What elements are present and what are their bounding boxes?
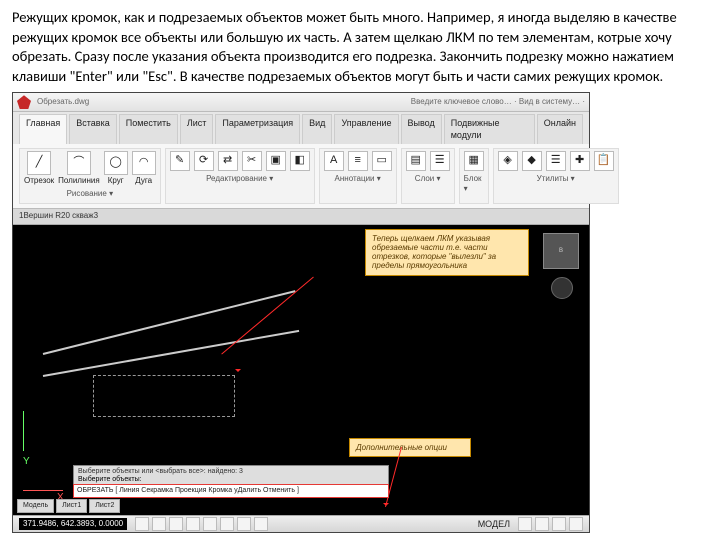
ortho-toggle-icon[interactable] bbox=[169, 517, 183, 531]
panel-draw-label: Рисование ▾ bbox=[67, 189, 114, 200]
btn-line[interactable]: ╱Отрезок bbox=[24, 151, 54, 187]
cmd-line: Выберите объекты: bbox=[78, 476, 384, 484]
layout-tabs: Модель Лист1 Лист2 bbox=[17, 499, 120, 512]
command-prompt[interactable]: ОБРЕЗАТЬ [ Линия Секрамка Проекция Кромк… bbox=[73, 484, 389, 497]
btn-line-label: Отрезок bbox=[24, 176, 54, 187]
btn-polyline-label: Полилиния bbox=[58, 176, 100, 187]
util-icon[interactable]: ✚ bbox=[570, 151, 590, 171]
osnap-toggle-icon[interactable] bbox=[203, 517, 217, 531]
panel-utils-label: Утилиты ▾ bbox=[537, 174, 575, 185]
btn-polyline[interactable]: ⌒Полилиния bbox=[58, 151, 100, 187]
btn-arc-label: Дуга bbox=[135, 176, 152, 187]
ribbon-tabs: Главная Вставка Поместить Лист Параметри… bbox=[13, 112, 589, 143]
tab-output[interactable]: Вывод bbox=[401, 114, 442, 143]
btn-arc[interactable]: ◠Дуга bbox=[132, 151, 156, 187]
modify-icon[interactable]: ✂ bbox=[242, 151, 262, 171]
titlebar: Обрезать.dwg Введите ключевое слово… · В… bbox=[13, 93, 589, 112]
modify-icon[interactable]: ⇄ bbox=[218, 151, 238, 171]
cursor-coordinates: 371.9486, 642.3893, 0.0000 bbox=[19, 518, 127, 531]
callout-top: Теперь щелкаем ЛКМ указывая обрезаемые ч… bbox=[365, 229, 529, 276]
tab-addins[interactable]: Подвижные модули bbox=[444, 114, 535, 143]
arc-icon: ◠ bbox=[132, 151, 156, 175]
otrack-toggle-icon[interactable] bbox=[220, 517, 234, 531]
layers-icon[interactable]: ▤ bbox=[406, 151, 426, 171]
status-icon[interactable] bbox=[569, 517, 583, 531]
util-icon[interactable]: ☰ bbox=[546, 151, 566, 171]
modify-icon[interactable]: ◧ bbox=[290, 151, 310, 171]
line-icon: ╱ bbox=[27, 151, 51, 175]
block-icon[interactable]: ▦ bbox=[464, 151, 484, 171]
app-logo-icon bbox=[17, 95, 31, 109]
modify-icon[interactable]: ✎ bbox=[170, 151, 190, 171]
tab-sheet[interactable]: Лист bbox=[180, 114, 214, 143]
status-toggles bbox=[135, 517, 268, 531]
dyn-toggle-icon[interactable] bbox=[237, 517, 251, 531]
tab-place[interactable]: Поместить bbox=[119, 114, 178, 143]
panel-modify: ✎ ⟳ ⇄ ✂ ▣ ◧ Редактирование ▾ bbox=[165, 148, 315, 205]
status-icon[interactable] bbox=[518, 517, 532, 531]
util-icon[interactable]: ◈ bbox=[498, 151, 518, 171]
status-icon[interactable] bbox=[552, 517, 566, 531]
selection-rectangle bbox=[93, 375, 235, 417]
status-right-toggles bbox=[518, 517, 583, 531]
lwt-toggle-icon[interactable] bbox=[254, 517, 268, 531]
viewcube[interactable]: В bbox=[543, 233, 579, 269]
panel-draw: ╱Отрезок ⌒Полилиния ◯Круг ◠Дуга Рисовани… bbox=[19, 148, 161, 205]
layout-tab-model[interactable]: Модель bbox=[17, 499, 54, 512]
grid-toggle-icon[interactable] bbox=[152, 517, 166, 531]
dim-icon[interactable]: ≡ bbox=[348, 151, 368, 171]
quick-access-hint: Введите ключевое слово… · Вид в систему…… bbox=[411, 97, 585, 108]
autocad-window: Обрезать.dwg Введите ключевое слово… · В… bbox=[12, 92, 590, 533]
text-icon[interactable]: A bbox=[324, 151, 344, 171]
cmd-line: Выберите объекты или <выбрать все>: найд… bbox=[78, 468, 384, 476]
arrow-head-icon bbox=[235, 369, 241, 375]
panel-layers: ▤ ☰ Слои ▾ bbox=[401, 148, 455, 205]
tab-home[interactable]: Главная bbox=[19, 114, 67, 143]
panel-utils: ◈ ◆ ☰ ✚ 📋 Утилиты ▾ bbox=[493, 148, 619, 205]
tab-online[interactable]: Онлайн bbox=[537, 114, 583, 143]
panel-layers-label: Слои ▾ bbox=[415, 174, 441, 185]
polar-toggle-icon[interactable] bbox=[186, 517, 200, 531]
panel-block-label: Блок ▾ bbox=[464, 174, 484, 196]
ucs-y-axis bbox=[23, 411, 24, 451]
intro-paragraph: Режущих кромок, как и подрезаемых объект… bbox=[12, 8, 708, 86]
status-bar: 371.9486, 642.3893, 0.0000 МОДЕЛ bbox=[13, 515, 589, 532]
tab-view[interactable]: Вид bbox=[302, 114, 332, 143]
layout-tab-sheet1[interactable]: Лист1 bbox=[56, 499, 87, 512]
panel-block: ▦ Блок ▾ bbox=[459, 148, 489, 205]
line-object[interactable] bbox=[43, 330, 299, 377]
snap-toggle-icon[interactable] bbox=[135, 517, 149, 531]
tab-insert[interactable]: Вставка bbox=[69, 114, 116, 143]
document-tab[interactable]: 1Вершин R20 скваж3 bbox=[13, 209, 589, 225]
table-icon[interactable]: ▭ bbox=[372, 151, 392, 171]
window-title: Обрезать.dwg bbox=[37, 97, 405, 108]
layout-tab-sheet2[interactable]: Лист2 bbox=[89, 499, 120, 512]
btn-circle-label: Круг bbox=[108, 176, 124, 187]
util-icon[interactable]: ◆ bbox=[522, 151, 542, 171]
status-mode[interactable]: МОДЕЛ bbox=[478, 518, 510, 530]
circle-icon: ◯ bbox=[104, 151, 128, 175]
annotation-arrow-icon bbox=[221, 277, 314, 355]
btn-circle[interactable]: ◯Круг bbox=[104, 151, 128, 187]
callout-bottom: Дополнительные опции bbox=[349, 438, 471, 457]
tab-manage[interactable]: Управление bbox=[334, 114, 398, 143]
status-icon[interactable] bbox=[535, 517, 549, 531]
tab-param[interactable]: Параметризация bbox=[215, 114, 300, 143]
ribbon: ╱Отрезок ⌒Полилиния ◯Круг ◠Дуга Рисовани… bbox=[13, 144, 589, 210]
modify-icon[interactable]: ⟳ bbox=[194, 151, 214, 171]
nav-wheel-icon[interactable] bbox=[551, 277, 573, 299]
clipboard-icon[interactable]: 📋 bbox=[594, 151, 614, 171]
polyline-icon: ⌒ bbox=[67, 151, 91, 175]
panel-annot-label: Аннотации ▾ bbox=[335, 174, 381, 185]
layerlist-icon[interactable]: ☰ bbox=[430, 151, 450, 171]
panel-annot: A ≡ ▭ Аннотации ▾ bbox=[319, 148, 397, 205]
arrow-head-icon bbox=[383, 503, 389, 509]
drawing-canvas[interactable]: В Теперь щелкаем ЛКМ указывая обрезаемые… bbox=[13, 225, 589, 515]
panel-modify-label: Редактирование ▾ bbox=[206, 174, 273, 185]
modify-icon[interactable]: ▣ bbox=[266, 151, 286, 171]
